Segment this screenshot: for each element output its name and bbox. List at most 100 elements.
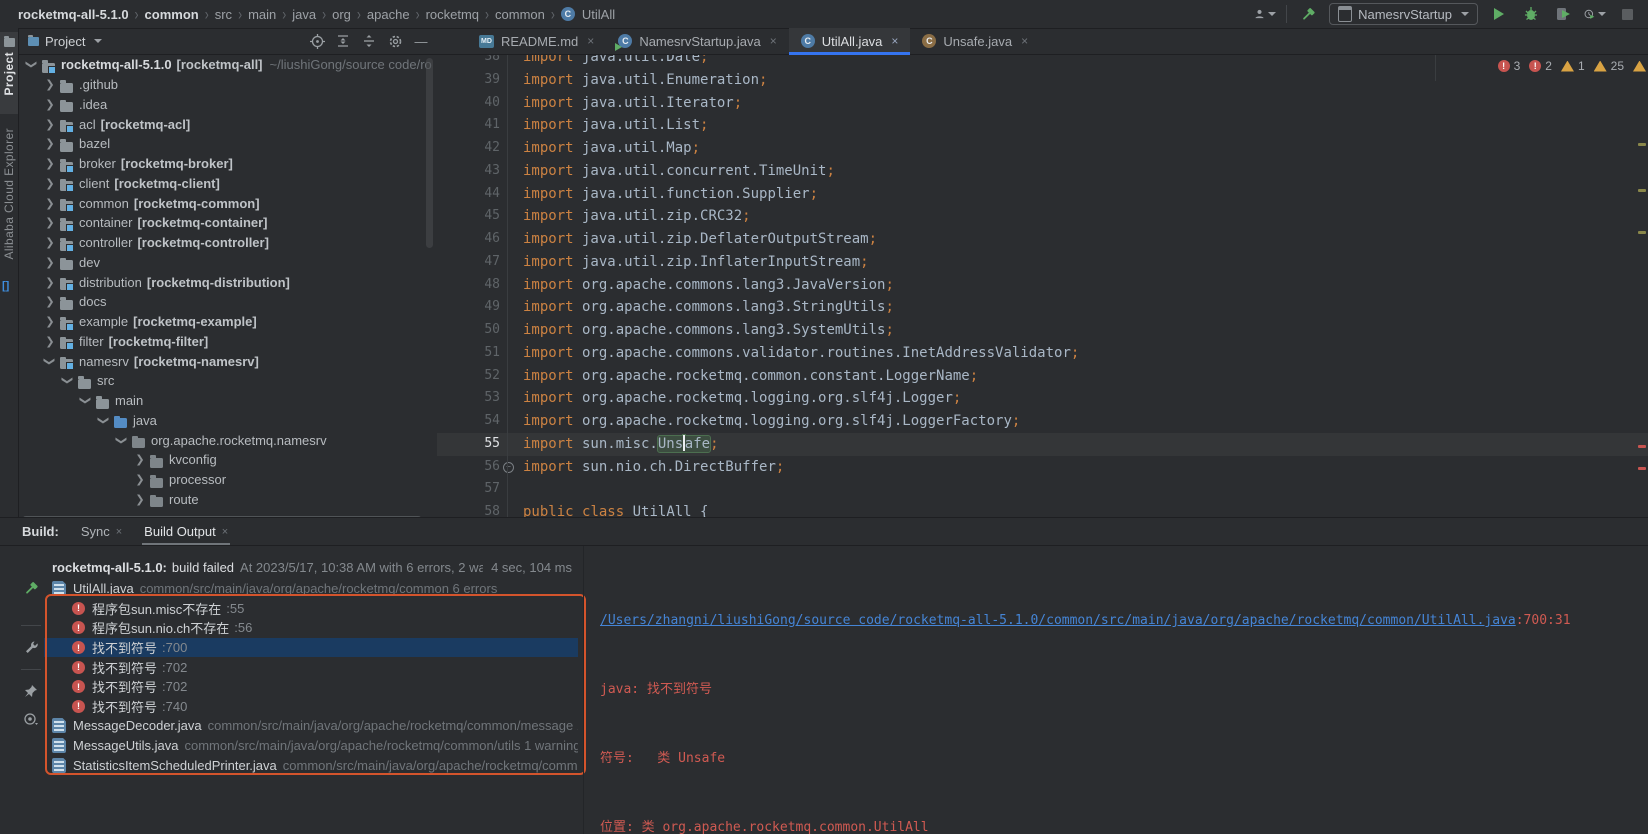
tree-row[interactable]: ❯distribution[rocketmq-distribution] — [18, 272, 437, 292]
tree-chevron-icon[interactable]: ❯ — [60, 374, 76, 387]
breadcrumb-item[interactable]: main — [248, 7, 276, 22]
inspection-count[interactable]: !3 — [1498, 59, 1521, 73]
tree-chevron-icon[interactable]: ❯ — [96, 414, 112, 427]
tree-chevron-icon[interactable]: ❯ — [42, 137, 58, 150]
tree-chevron-icon[interactable]: ❯ — [42, 315, 58, 328]
build-error-row[interactable]: ! 程序包sun.nio.ch不存在 :56 — [44, 618, 578, 638]
tree-chevron-icon[interactable]: ❯ — [132, 493, 148, 506]
code-line-39[interactable]: 39 import java.util.Enumeration; — [437, 69, 1648, 92]
build-file-row[interactable]: UtilAll.java common/src/main/java/org/ap… — [44, 579, 578, 599]
code-line-57[interactable]: 57 — [437, 478, 1648, 501]
tree-row[interactable]: ❯java — [18, 411, 437, 431]
tree-row[interactable]: ❯routeinfo — [18, 509, 437, 513]
build-tab-build-output[interactable]: Build Output× — [144, 524, 228, 545]
breadcrumb-item[interactable]: src — [215, 7, 232, 22]
tree-row[interactable]: ❯filter[rocketmq-filter] — [18, 332, 437, 352]
hide-panel-icon[interactable]: — — [411, 31, 431, 51]
settings-gear-icon[interactable] — [385, 31, 405, 51]
tree-chevron-icon[interactable]: ❯ — [42, 256, 58, 269]
code-line-45[interactable]: 45 import java.util.zip.CRC32; — [437, 205, 1648, 228]
inspection-count[interactable]: 1 — [1561, 59, 1585, 73]
breadcrumb-item[interactable]: rocketmq — [426, 7, 479, 22]
tool-stripe-alibaba-cloud-explorer[interactable]: Alibaba Cloud Explorer — [0, 128, 18, 268]
code-line-56[interactable]: 56 − import sun.nio.ch.DirectBuffer; — [437, 456, 1648, 479]
build-settings-wrench-icon[interactable] — [24, 640, 39, 655]
breadcrumb-item[interactable]: rocketmq-all-5.1.0 — [18, 7, 129, 22]
close-icon[interactable]: × — [222, 526, 228, 538]
code-area[interactable]: 38 import java.util.Date; 39 import java… — [437, 55, 1648, 517]
build-tab-sync[interactable]: Sync× — [81, 524, 122, 545]
project-panel-title[interactable]: Project — [45, 34, 85, 49]
editor-tab-UtilAll.java[interactable]: CUtilAll.java× — [789, 28, 911, 54]
tool-stripe-project[interactable]: Project — [0, 32, 18, 114]
code-line-54[interactable]: 54 import org.apache.rocketmq.logging.or… — [437, 410, 1648, 433]
tree-chevron-icon[interactable]: ❯ — [42, 335, 58, 348]
pin-icon[interactable] — [24, 684, 38, 698]
run-with-coverage-button[interactable] — [1552, 3, 1574, 25]
tree-chevron-icon[interactable]: ❯ — [42, 216, 58, 229]
code-line-44[interactable]: 44 import java.util.function.Supplier; — [437, 183, 1648, 206]
code-line-51[interactable]: 51 import org.apache.commons.validator.r… — [437, 342, 1648, 365]
project-tree-vertical-scrollbar[interactable] — [426, 58, 433, 248]
build-error-row[interactable]: ! 找不到符号 :740 — [44, 697, 578, 717]
tree-chevron-icon[interactable]: ❯ — [114, 434, 130, 447]
expand-all-icon[interactable] — [333, 31, 353, 51]
close-icon[interactable]: × — [891, 34, 898, 48]
tree-chevron-icon[interactable]: ❯ — [132, 473, 148, 486]
code-line-47[interactable]: 47 import java.util.zip.InflaterInputStr… — [437, 251, 1648, 274]
editor-tab-README.md[interactable]: MDREADME.md× — [467, 28, 606, 54]
inspection-count[interactable]: 25 — [1594, 59, 1624, 73]
breadcrumb-class[interactable]: UtilAll — [582, 7, 615, 22]
locate-file-icon[interactable] — [307, 31, 327, 51]
profiler-button[interactable] — [1584, 3, 1606, 25]
build-error-row[interactable]: ! 找不到符号 :700 — [44, 638, 578, 658]
tree-row[interactable]: ❯controller[rocketmq-controller] — [18, 233, 437, 253]
tree-row[interactable]: ❯container[rocketmq-container] — [18, 213, 437, 233]
close-icon[interactable]: × — [770, 34, 777, 48]
tree-row[interactable]: ❯.github — [18, 75, 437, 95]
fold-marker-icon[interactable]: − — [503, 462, 514, 473]
tree-chevron-icon[interactable]: ❯ — [42, 98, 58, 111]
code-line-41[interactable]: 41 import java.util.List; — [437, 114, 1648, 137]
breadcrumb-item[interactable]: apache — [367, 7, 410, 22]
code-line-49[interactable]: 49 import org.apache.commons.lang3.Strin… — [437, 296, 1648, 319]
rerun-build-icon[interactable] — [23, 580, 40, 597]
code-line-52[interactable]: 52 import org.apache.rocketmq.common.con… — [437, 365, 1648, 388]
editor-tab-NamesrvStartup.java[interactable]: CNamesrvStartup.java× — [606, 28, 788, 54]
tree-chevron-icon[interactable]: ❯ — [42, 276, 58, 289]
code-line-43[interactable]: 43 import java.util.concurrent.TimeUnit; — [437, 160, 1648, 183]
breadcrumb-item[interactable]: common — [145, 7, 199, 22]
code-line-46[interactable]: 46 import java.util.zip.DeflaterOutputSt… — [437, 228, 1648, 251]
build-error-row[interactable]: ! 找不到符号 :702 — [44, 677, 578, 697]
tree-chevron-icon[interactable]: ❯ — [132, 453, 148, 466]
tree-chevron-icon[interactable]: ❯ — [42, 197, 58, 210]
build-hammer-icon[interactable] — [1297, 3, 1319, 25]
tree-row[interactable]: ❯main — [18, 391, 437, 411]
debug-button[interactable] — [1520, 3, 1542, 25]
breadcrumb-item[interactable]: common — [495, 7, 545, 22]
tree-chevron-icon[interactable]: ❯ — [42, 177, 58, 190]
tree-row[interactable]: ❯dev — [18, 253, 437, 273]
tree-chevron-icon[interactable]: ❯ — [42, 295, 58, 308]
collapse-all-icon[interactable] — [359, 31, 379, 51]
tree-row[interactable]: ❯processor — [18, 470, 437, 490]
tree-row[interactable]: ❯rocketmq-all-5.1.0[rocketmq-all]~/liush… — [18, 55, 437, 75]
code-line-58[interactable]: 58 public class UtilAll { — [437, 501, 1648, 517]
inspection-count[interactable]: !2 — [1529, 59, 1552, 73]
alibaba-cloud-icon[interactable]: [] — [2, 280, 9, 292]
tree-chevron-icon[interactable]: ❯ — [42, 355, 58, 368]
tree-row[interactable]: ❯namesrv[rocketmq-namesrv] — [18, 351, 437, 371]
tree-row[interactable]: ❯kvconfig — [18, 450, 437, 470]
build-error-row[interactable]: ! 程序包sun.misc不存在 :55 — [44, 599, 578, 619]
tree-chevron-icon[interactable]: ❯ — [24, 58, 40, 71]
code-line-48[interactable]: 48 import org.apache.commons.lang3.JavaV… — [437, 274, 1648, 297]
tree-row[interactable]: ❯broker[rocketmq-broker] — [18, 154, 437, 174]
error-stripe[interactable] — [1635, 55, 1648, 517]
tree-row[interactable]: ❯example[rocketmq-example] — [18, 312, 437, 332]
breadcrumb-item[interactable]: java — [292, 7, 316, 22]
tree-chevron-icon[interactable]: ❯ — [78, 394, 94, 407]
code-line-50[interactable]: 50 import org.apache.commons.lang3.Syste… — [437, 319, 1648, 342]
tree-chevron-icon[interactable]: ❯ — [42, 78, 58, 91]
close-icon[interactable]: × — [1021, 34, 1028, 48]
inspect-eye-icon[interactable] — [23, 712, 39, 726]
